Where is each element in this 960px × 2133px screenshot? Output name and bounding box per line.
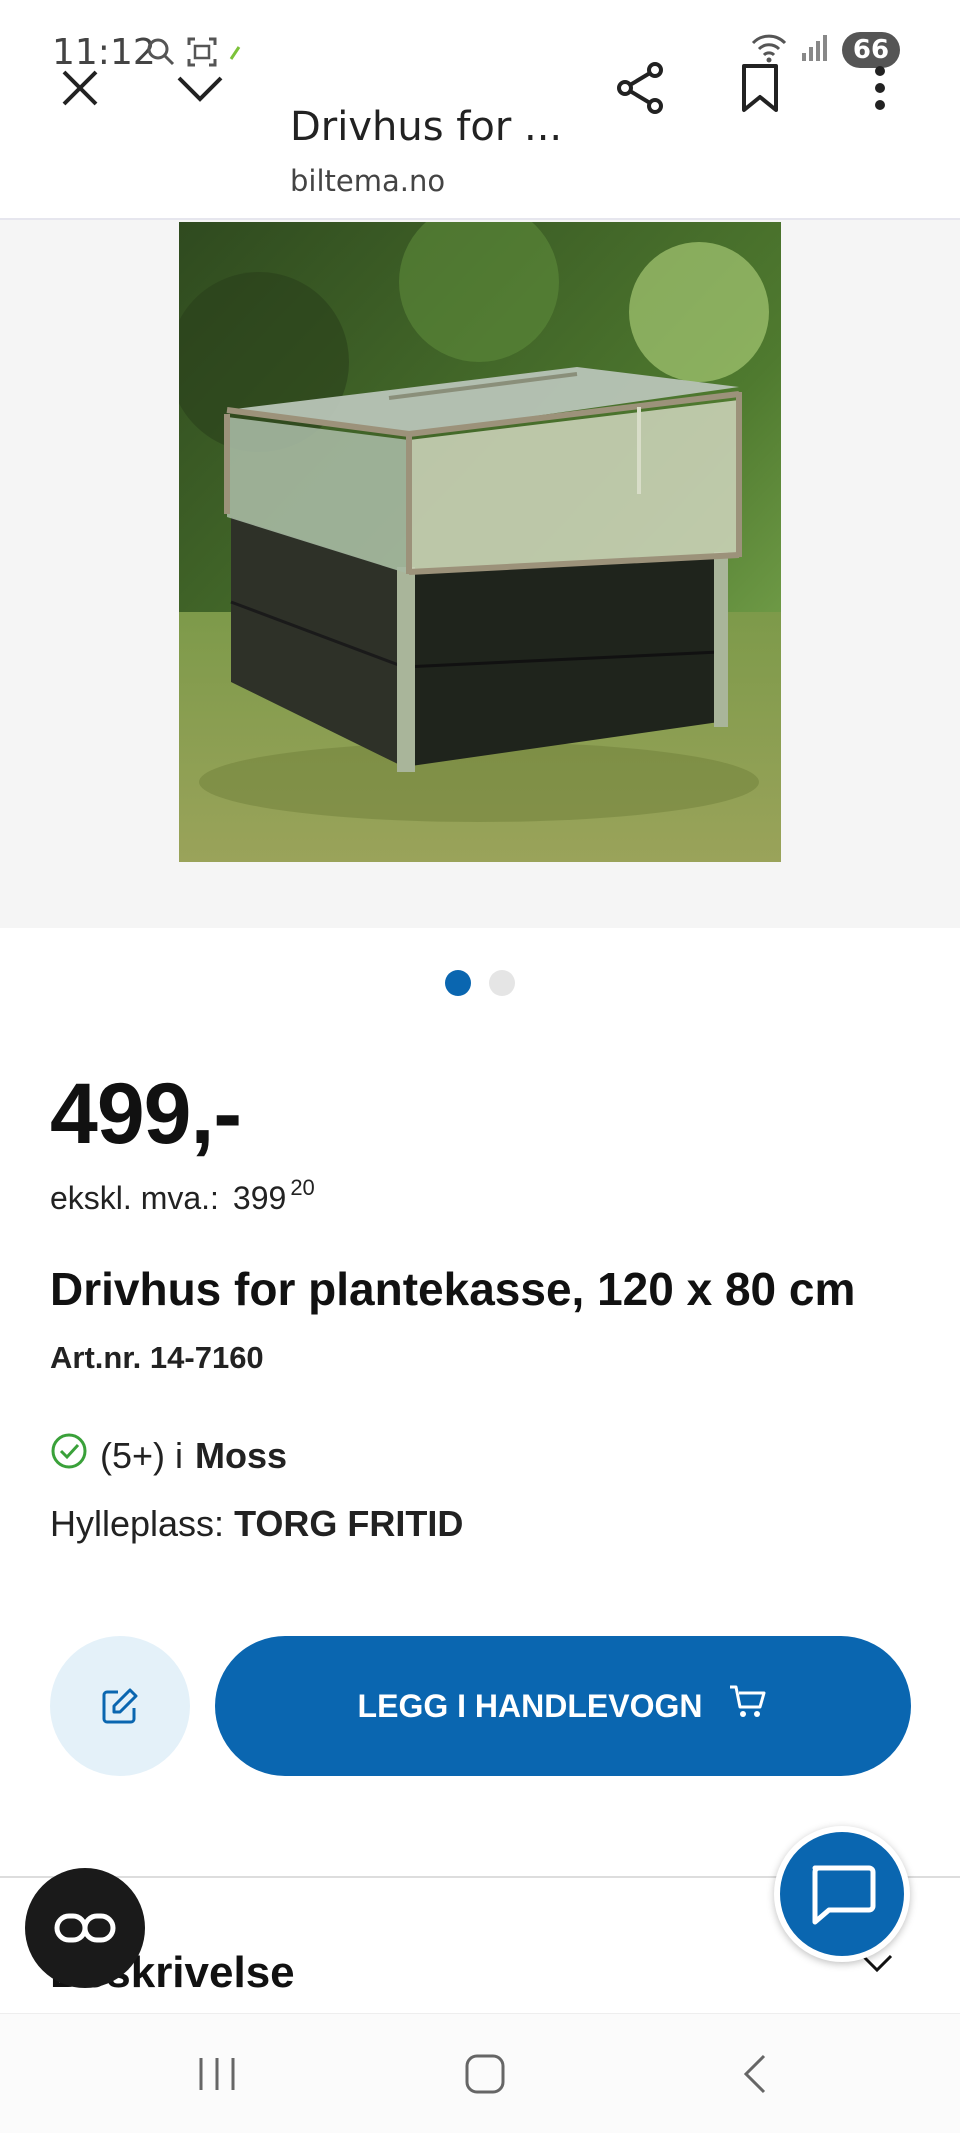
carousel-indicator: [0, 970, 960, 996]
add-to-cart-label: LEGG I HANDLEVOGN: [357, 1687, 703, 1724]
more-icon: [875, 66, 885, 110]
bookmark-button[interactable]: [720, 48, 800, 128]
share-button[interactable]: [600, 48, 680, 128]
chat-button[interactable]: [774, 1826, 910, 1962]
cart-icon: [728, 1684, 768, 1728]
product-title: Drivhus for plantekasse, 120 x 80 cm: [50, 1263, 856, 1315]
carousel-dot-active[interactable]: [445, 970, 471, 996]
edit-note-button[interactable]: [50, 1636, 190, 1776]
bookmark-icon: [742, 64, 778, 112]
share-icon: [617, 62, 663, 114]
back-icon: [743, 2054, 766, 2094]
edit-icon: [102, 1688, 138, 1724]
carousel-dot[interactable]: [489, 970, 515, 996]
price-excl-vat-cents: 20: [290, 1175, 315, 1200]
recents-button[interactable]: [177, 2044, 257, 2104]
chevron-down-icon: [177, 76, 223, 102]
check-circle-icon: [50, 1432, 88, 1479]
page-title[interactable]: Drivhus for ...: [290, 104, 562, 150]
stock-store[interactable]: Moss: [195, 1435, 287, 1477]
shelf-label: Hylleplass:: [50, 1503, 225, 1544]
minimize-button[interactable]: [160, 48, 240, 128]
product-image[interactable]: [179, 222, 781, 862]
chat-icon: [812, 1865, 876, 1925]
status-bar: 11:12 66: [0, 0, 960, 100]
shelf-value: TORG FRITID: [234, 1503, 464, 1544]
close-button[interactable]: [40, 48, 120, 128]
page-domain[interactable]: biltema.no: [290, 164, 445, 198]
lens-button[interactable]: [25, 1868, 145, 1988]
shelf-location: Hylleplass: TORG FRITID: [50, 1503, 463, 1545]
add-to-cart-button[interactable]: LEGG I HANDLEVOGN: [215, 1636, 911, 1776]
product-gallery[interactable]: [0, 220, 960, 928]
system-nav-bar: [0, 2013, 960, 2133]
home-button[interactable]: [445, 2044, 525, 2104]
stock-status[interactable]: (5+) i Moss: [50, 1432, 287, 1479]
more-options-button[interactable]: [840, 48, 920, 128]
signal-icon: [800, 33, 830, 68]
recents-icon: [199, 2058, 235, 2090]
home-icon: [465, 2054, 505, 2094]
lens-icon: [54, 1913, 116, 1943]
product-price: 499,-: [50, 1066, 242, 1162]
price-excl-vat: ekskl. mva.: 399 20: [50, 1175, 315, 1217]
close-icon: [62, 70, 98, 106]
price-excl-vat-label: ekskl. mva.:: [50, 1180, 219, 1216]
stock-count: (5+) i: [100, 1434, 184, 1476]
article-number: Art.nr. 14-7160: [50, 1340, 264, 1375]
back-button[interactable]: [715, 2044, 795, 2104]
price-excl-vat-value: 399: [232, 1180, 287, 1216]
